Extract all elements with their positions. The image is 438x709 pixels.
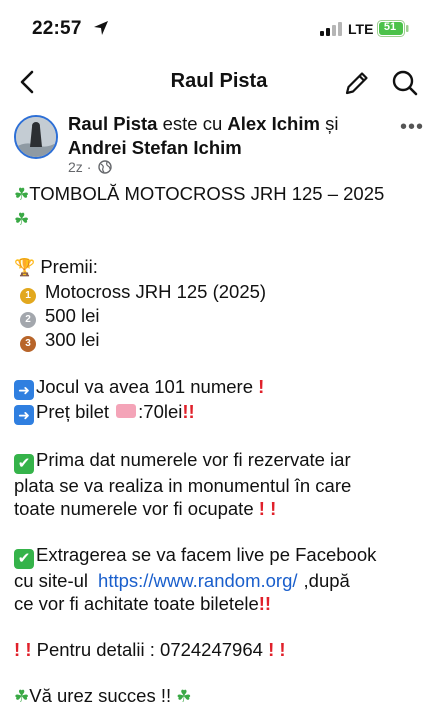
globe-icon bbox=[98, 160, 112, 174]
top-nav-bar: Raul Pista bbox=[0, 56, 438, 108]
post-meta: 2z · bbox=[68, 159, 112, 175]
post-title: TOMBOLĂ MOTOCROSS JRH 125 – 2025 bbox=[29, 183, 385, 204]
clover-icon: ☘ bbox=[176, 687, 192, 707]
para-1-line-2-text: plata se va realiza in monumentul în car… bbox=[14, 475, 352, 496]
prize-item-1: 1 Motocross JRH 125 (2025) bbox=[14, 280, 424, 304]
clover-icon: ☘ bbox=[14, 185, 30, 205]
network-type: LTE bbox=[348, 21, 374, 37]
prizes-heading: 🏆 Premii: bbox=[14, 255, 424, 280]
search-icon[interactable] bbox=[390, 68, 420, 98]
prizes-label: Premii: bbox=[40, 256, 98, 277]
exclamation-icon: ! bbox=[279, 639, 286, 660]
exclamation-icon: ! bbox=[268, 639, 275, 660]
paragraph-2-line-3: ce vor fi achitate toate biletele!! bbox=[14, 592, 424, 615]
para-2-line-1-text: Extragerea se va facem live pe Facebook bbox=[36, 544, 377, 565]
info-line-2: ➜ Preț bilet :70lei!! bbox=[14, 400, 424, 425]
clover-line: ☘ bbox=[14, 207, 424, 232]
post-title-line: ☘TOMBOLĂ MOTOCROSS JRH 125 – 2025 bbox=[14, 182, 424, 207]
closing-text: Vă urez succes !! bbox=[29, 685, 172, 706]
clover-icon: ☘ bbox=[14, 210, 30, 230]
info-2-text-b: :70lei bbox=[138, 401, 183, 422]
info-1-text: Jocul va avea 101 numere bbox=[36, 376, 253, 397]
bronze-medal-icon: 3 bbox=[20, 336, 36, 352]
with-text: este cu bbox=[162, 113, 223, 134]
and-text: și bbox=[325, 113, 339, 134]
post-body: ☘TOMBOLĂ MOTOCROSS JRH 125 – 2025 ☘ 🏆 Pr… bbox=[14, 182, 424, 709]
check-mark-icon: ✔ bbox=[14, 549, 34, 569]
exclamation-icon: ! bbox=[25, 639, 32, 660]
battery-level: 51 bbox=[383, 21, 397, 33]
paragraph-1-line-1: ✔ Prima dat numerele vor fi rezervate iar bbox=[14, 448, 424, 474]
contact-text: Pentru detalii : 0724247964 bbox=[36, 639, 263, 660]
para-2-line-2-text-a: cu site-ul bbox=[14, 570, 89, 591]
para-1-line-3-text: toate numerele vor fi ocupate bbox=[14, 498, 254, 519]
status-time: 22:57 bbox=[32, 18, 82, 39]
paragraph-2-line-2: cu site-ul https://www.random.org/ ,după bbox=[14, 569, 424, 592]
tagged-user-1[interactable]: Alex Ichim bbox=[227, 113, 320, 134]
page-title: Raul Pista bbox=[170, 70, 268, 92]
prize-3-text: 300 lei bbox=[45, 329, 100, 350]
exclamation-icon: ! bbox=[258, 498, 265, 519]
exclamation-icon: ! bbox=[258, 376, 265, 397]
trophy-icon: 🏆 bbox=[14, 258, 36, 278]
prize-item-3: 3 300 lei bbox=[14, 328, 424, 352]
info-line-1: ➜ Jocul va avea 101 numere ! bbox=[14, 375, 424, 400]
para-2-line-3-text: ce vor fi achitate toate biletele bbox=[14, 593, 259, 614]
more-dots-icon[interactable]: ••• bbox=[400, 116, 424, 139]
paragraph-2-line-1: ✔ Extragerea se va facem live pe Facebook bbox=[14, 543, 424, 569]
meta-separator: · bbox=[86, 159, 92, 175]
prize-item-2: 2 500 lei bbox=[14, 304, 424, 328]
contact-line: ! ! Pentru detalii : 0724247964 ! ! bbox=[14, 638, 424, 661]
ticket-icon bbox=[116, 404, 137, 418]
post-author-line: Raul Pista este cu Alex Ichim și Andrei … bbox=[68, 112, 398, 160]
clover-icon: ☘ bbox=[14, 687, 30, 707]
right-arrow-icon: ➜ bbox=[14, 405, 34, 425]
exclamation-icon: ! bbox=[270, 498, 277, 519]
location-arrow-icon bbox=[94, 21, 108, 35]
paragraph-1-line-2: plata se va realiza in monumentul în car… bbox=[14, 474, 424, 497]
paragraph-1-line-3: toate numerele vor fi ocupate ! ! bbox=[14, 497, 424, 520]
para-1-line-1-text: Prima dat numerele vor fi rezervate iar bbox=[36, 449, 351, 470]
prize-2-text: 500 lei bbox=[45, 305, 100, 326]
post-time[interactable]: 2z bbox=[68, 159, 83, 175]
author-name[interactable]: Raul Pista bbox=[68, 113, 157, 134]
check-mark-icon: ✔ bbox=[14, 454, 34, 474]
avatar[interactable] bbox=[14, 115, 58, 159]
random-org-link[interactable]: https://www.random.org/ bbox=[98, 570, 297, 591]
right-arrow-icon: ➜ bbox=[14, 380, 34, 400]
tagged-user-2[interactable]: Andrei Stefan Ichim bbox=[68, 137, 242, 158]
double-exclamation-icon: !! bbox=[182, 401, 195, 422]
status-bar: 22:57 LTE 51 bbox=[0, 0, 438, 56]
signal-bars-icon bbox=[320, 22, 342, 36]
info-2-text-a: Preț bilet bbox=[36, 401, 110, 422]
exclamation-icon: ! bbox=[14, 639, 21, 660]
gold-medal-icon: 1 bbox=[20, 288, 36, 304]
double-exclamation-icon: !! bbox=[258, 593, 272, 614]
profile-photo bbox=[16, 117, 56, 157]
pencil-icon[interactable] bbox=[342, 68, 372, 98]
para-2-line-2-text-b: ,după bbox=[303, 570, 350, 591]
closing-line: ☘Vă urez succes !! ☘ bbox=[14, 684, 424, 709]
prize-1-text: Motocross JRH 125 (2025) bbox=[45, 281, 267, 302]
silver-medal-icon: 2 bbox=[20, 312, 36, 328]
